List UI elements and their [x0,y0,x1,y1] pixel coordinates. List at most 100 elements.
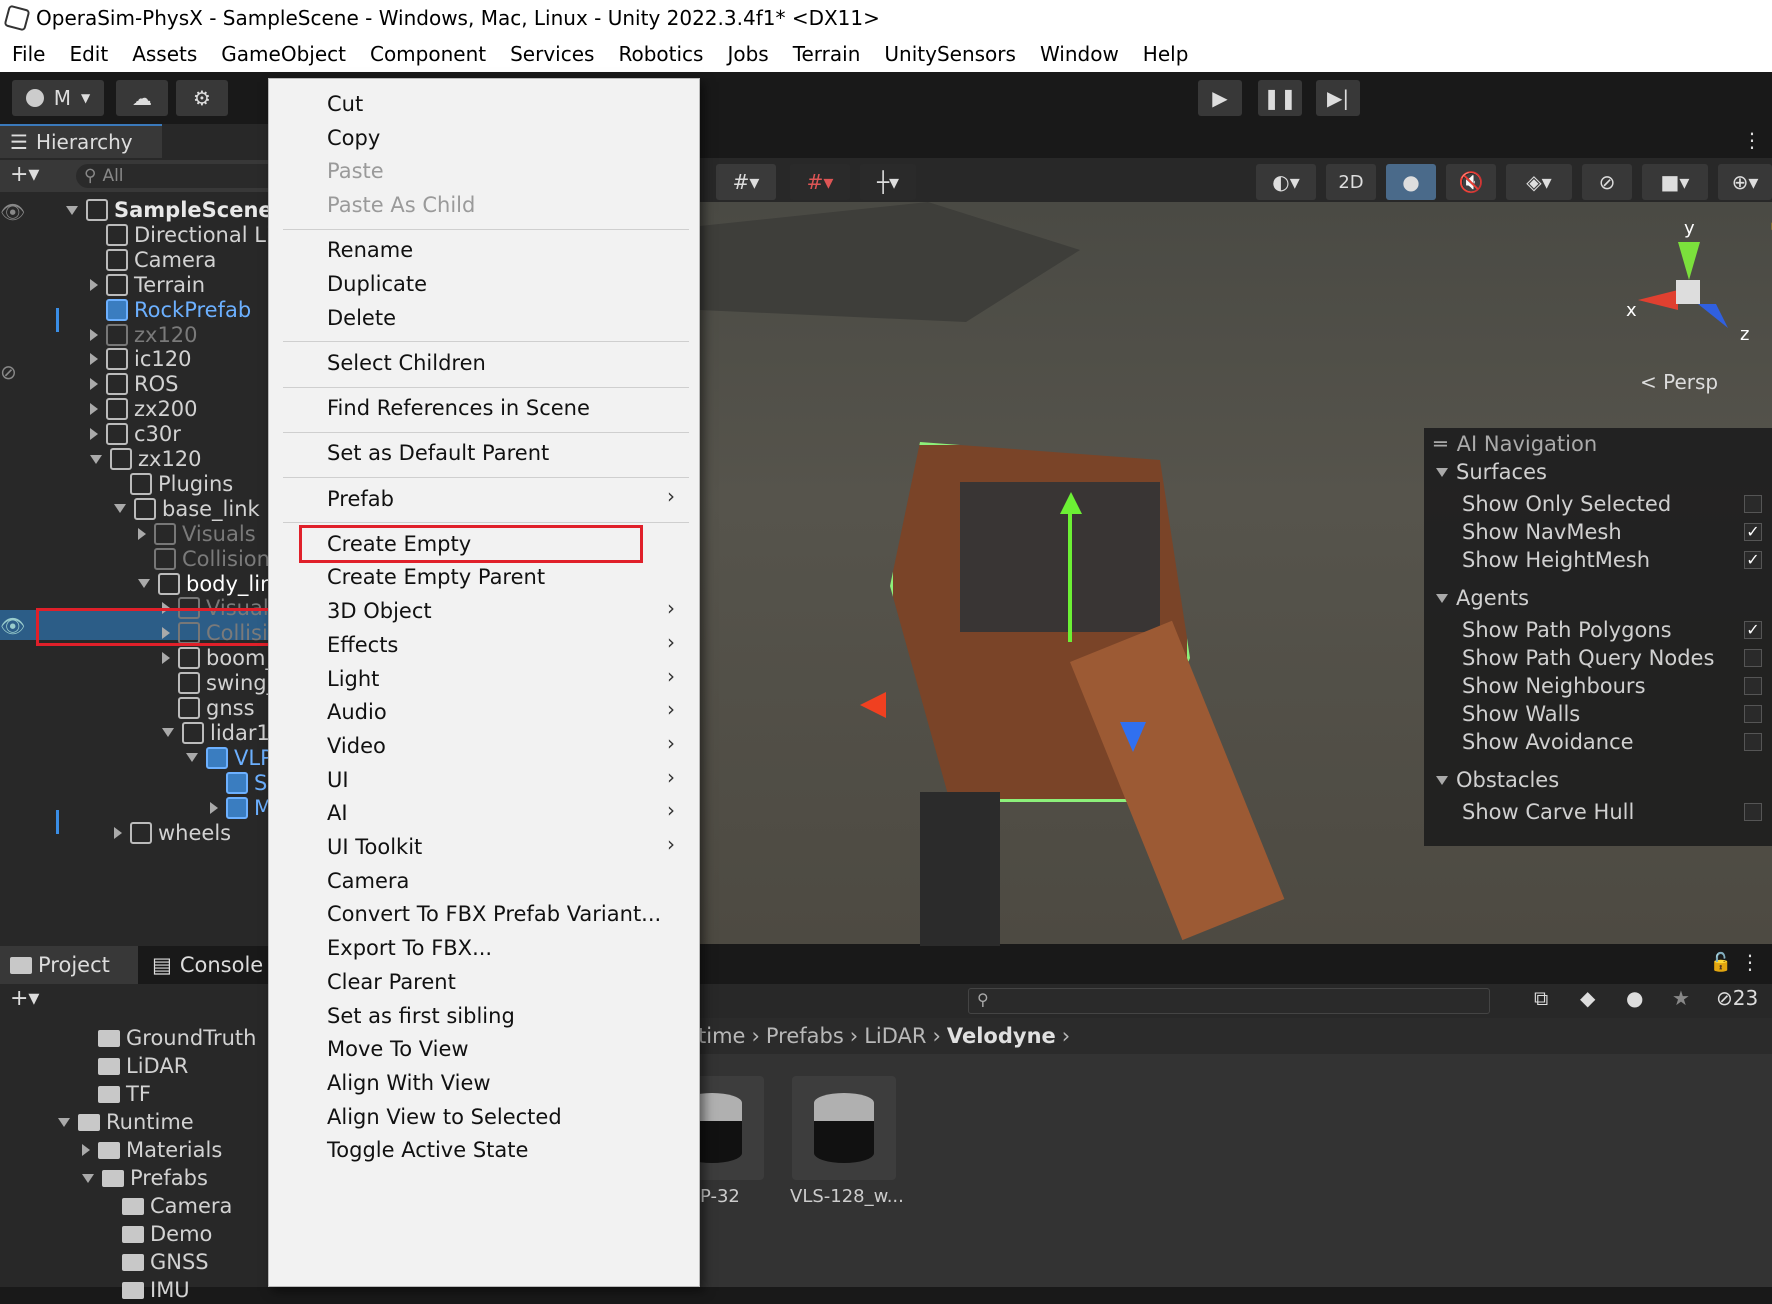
hierarchy-tab[interactable]: ☰ Hierarchy [0,124,162,158]
add-icon[interactable]: +▾ [10,986,39,1011]
hierarchy-row[interactable]: RockPrefab [90,296,251,324]
menu-file[interactable]: File [0,42,57,66]
hidden-objects-toggle[interactable]: ⊘ [1582,164,1632,200]
more-options-icon[interactable]: ⋮ [1740,950,1760,974]
chevron-down-icon[interactable] [66,205,78,215]
menu-item-camera[interactable]: Camera [327,866,409,896]
hierarchy-row[interactable]: base_link [114,495,260,523]
menu-item-create-empty-parent[interactable]: Create Empty Parent [327,562,545,592]
breadcrumb-item[interactable]: LiDAR [864,1024,926,1048]
ai-nav-section-agents[interactable]: Agents [1436,584,1529,612]
menu-gameobject[interactable]: GameObject [209,42,358,66]
hierarchy-row[interactable]: Plugins [114,470,233,498]
breadcrumb-item[interactable]: time [698,1024,745,1048]
menu-item-cut[interactable]: Cut [327,89,363,119]
hierarchy-row[interactable]: wheels [114,819,231,847]
hierarchy-row[interactable]: S [210,769,267,797]
effects-dropdown[interactable]: ◈▾ [1506,164,1572,200]
menu-item-prefab[interactable]: Prefab [327,484,394,514]
checkbox[interactable] [1744,733,1762,751]
ai-nav-section-obstacles[interactable]: Obstacles [1436,766,1559,794]
chevron-right-icon[interactable] [114,826,122,839]
menu-item-align-with-view[interactable]: Align With View [327,1068,491,1098]
menu-item-rename[interactable]: Rename [327,235,413,265]
project-search-input[interactable]: ⚲ [968,988,1490,1014]
grid-snap-button[interactable]: #▾ [716,164,776,200]
hidden-eye-icon[interactable]: ⊘ [0,360,17,384]
chevron-down-icon[interactable] [138,579,150,588]
2d-toggle[interactable]: 2D [1326,164,1376,200]
chevron-right-icon[interactable] [90,428,98,441]
menu-services[interactable]: Services [498,42,606,66]
checkbox[interactable] [1744,705,1762,723]
menu-unitysensors[interactable]: UnitySensors [872,42,1028,66]
account-dropdown[interactable]: M ▼ [12,80,104,116]
ai-nav-option[interactable]: Show HeightMesh ✓ [1462,546,1772,574]
breadcrumb-item[interactable]: Prefabs [766,1024,844,1048]
menu-window[interactable]: Window [1028,42,1131,66]
menu-item-duplicate[interactable]: Duplicate [327,269,427,299]
chevron-down-icon[interactable] [90,454,102,464]
gizmo-x-cone[interactable] [1638,290,1678,310]
ai-nav-option[interactable]: Show Path Query Nodes [1462,644,1772,672]
project-folder-row[interactable]: Runtime [58,1108,194,1136]
checkbox[interactable] [1744,495,1762,513]
lighting-toggle[interactable]: ● [1386,164,1436,200]
ai-nav-option[interactable]: Show Carve Hull [1462,798,1772,826]
project-folder-row[interactable]: GNSS [106,1248,209,1276]
checkbox[interactable]: ✓ [1744,551,1762,569]
hierarchy-row[interactable]: Collisions [138,545,281,573]
checkbox[interactable]: ✓ [1744,621,1762,639]
more-options-icon[interactable]: ⋮ [1742,128,1762,152]
hierarchy-row[interactable]: zx200 [90,395,198,423]
camera-dropdown[interactable]: ■▾ [1642,164,1708,200]
menu-terrain[interactable]: Terrain [781,42,873,66]
project-folder-row[interactable]: LiDAR [82,1052,188,1080]
chevron-down-icon[interactable] [1436,775,1448,785]
gizmo-y-cone[interactable] [1678,242,1700,280]
gizmos-dropdown[interactable]: ⊕▾ [1718,164,1772,200]
menu-item-effects[interactable]: Effects [327,630,398,660]
ai-nav-option[interactable]: Show Neighbours [1462,672,1772,700]
menu-help[interactable]: Help [1131,42,1201,66]
hierarchy-row[interactable]: Camera [90,246,216,274]
menu-item-align-view-to-selected[interactable]: Align View to Selected [327,1102,562,1132]
project-folder-row[interactable]: Prefabs [82,1164,208,1192]
checkbox[interactable] [1744,677,1762,695]
menu-item-select-children[interactable]: Select Children [327,348,486,378]
gizmo-z-cone[interactable] [1698,304,1728,328]
menu-item-convert-to-fbx-prefab-variant[interactable]: Convert To FBX Prefab Variant... [327,899,661,929]
menu-item-set-as-default-parent[interactable]: Set as Default Parent [327,438,549,468]
orientation-gizmo[interactable]: y x z [1620,218,1760,345]
hierarchy-row[interactable]: M [210,794,272,822]
chevron-down-icon[interactable] [186,753,198,763]
hierarchy-row[interactable]: lidar1 [162,719,270,747]
menu-item-light[interactable]: Light [327,664,379,694]
menu-item-3d-object[interactable]: 3D Object [327,596,432,626]
menu-assets[interactable]: Assets [120,42,209,66]
ai-nav-section-surfaces[interactable]: Surfaces [1436,458,1547,486]
menu-item-copy[interactable]: Copy [327,123,380,153]
project-folder-row[interactable]: Materials [82,1136,222,1164]
menu-item-clear-parent[interactable]: Clear Parent [327,967,456,997]
lock-icon[interactable]: 🔓 [1710,952,1732,973]
chevron-right-icon[interactable] [90,403,98,416]
menu-item-export-to-fbx[interactable]: Export To FBX... [327,933,492,963]
ruler-button[interactable]: ┼▾ [860,164,916,200]
project-folder-row[interactable]: TF [82,1080,151,1108]
hierarchy-row[interactable]: body_link [138,570,286,598]
menu-item-ui[interactable]: UI [327,765,349,795]
ai-nav-option[interactable]: Show Only Selected [1462,490,1772,518]
chevron-right-icon[interactable] [90,328,98,341]
ai-nav-option[interactable]: Show Path Polygons ✓ [1462,616,1772,644]
hierarchy-row[interactable]: c30r [90,420,181,448]
menu-item-video[interactable]: Video [327,731,386,761]
hierarchy-row[interactable]: ROS [90,370,178,398]
ai-navigation-header[interactable]: ═ AI Navigation [1434,430,1597,458]
hierarchy-row[interactable]: Visuals [138,520,256,548]
menu-item-delete[interactable]: Delete [327,303,396,333]
add-icon[interactable]: +▾ [10,162,39,187]
persp-label[interactable]: < Persp [1640,370,1718,394]
filter-by-label-icon[interactable]: ◆ [1580,986,1595,1010]
settings-button[interactable]: ⚙ [176,80,228,116]
